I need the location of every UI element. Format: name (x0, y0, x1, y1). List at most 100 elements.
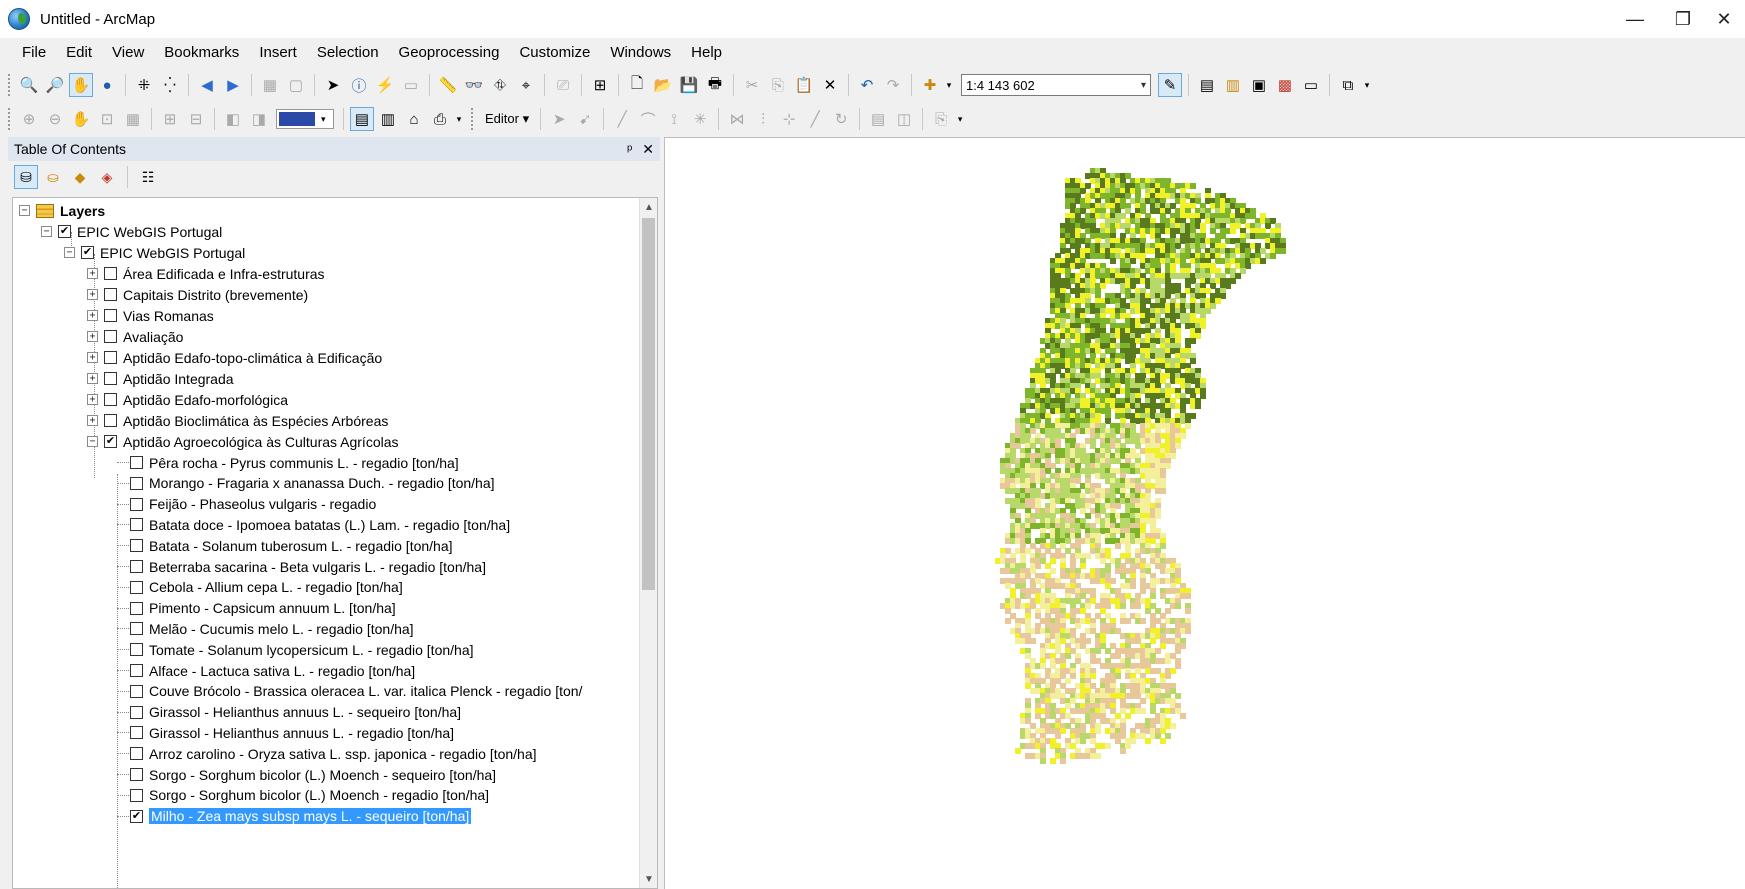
layer-checkbox[interactable] (130, 705, 143, 719)
layer-checkbox[interactable]: ✔ (104, 435, 117, 448)
crop-layer-row[interactable]: Cebola - Allium cepa L. - regadio [ton/h… (130, 577, 403, 598)
time-slider-icon[interactable]: ⎚ (551, 73, 575, 97)
layer-checkbox[interactable] (130, 643, 143, 657)
edit-annotation-icon[interactable]: ➹ (573, 107, 597, 131)
data-driven-pages-icon[interactable]: ⎙ (428, 107, 452, 131)
crop-layer-row[interactable]: Sorgo - Sorghum bicolor (L.) Moench - se… (130, 764, 496, 785)
toolbar-options-icon[interactable]: ▾ (1362, 73, 1372, 97)
print-icon[interactable]: 🖶 (703, 73, 727, 97)
group-row-epic-outer[interactable]: − ✔ EPIC WebGIS Portugal (41, 221, 222, 242)
identify-icon[interactable]: ⓘ (347, 73, 371, 97)
layer-checkbox[interactable] (130, 580, 143, 594)
layer-checkbox[interactable] (130, 497, 143, 511)
point-icon[interactable]: ✳ (688, 107, 712, 131)
layout-toolbar-options-icon[interactable]: ▾ (454, 107, 464, 131)
crop-layer-row[interactable]: Batata doce - Ipomoea batatas (L.) Lam. … (130, 514, 510, 535)
clear-selection-icon[interactable]: ▢ (284, 73, 308, 97)
find-route-icon[interactable]: ⛗ (488, 73, 512, 97)
sub-group-row[interactable]: − ✔ Aptidão Agroecológica às Culturas Agrí… (87, 431, 399, 452)
layer-checkbox[interactable] (104, 372, 117, 385)
list-by-drawing-order-icon[interactable]: ⛁ (14, 165, 38, 189)
layer-checkbox[interactable] (130, 476, 143, 490)
edit-tool-icon[interactable]: ➤ (547, 107, 571, 131)
catalog-window-icon[interactable]: ▥ (1221, 73, 1245, 97)
layer-checkbox[interactable] (130, 560, 143, 573)
zoom-in-page-icon[interactable]: ⊕ (17, 107, 41, 131)
end-point-arc-icon[interactable]: ⌒ (636, 107, 660, 131)
crop-layer-row[interactable]: Arroz carolino - Oryza sativa L. ssp. ja… (130, 743, 537, 764)
list-by-visibility-icon[interactable]: ◆ (68, 165, 92, 189)
menu-bookmarks[interactable]: Bookmarks (154, 38, 249, 68)
redo-icon[interactable]: ↷ (881, 73, 905, 97)
layer-checkbox[interactable] (104, 393, 117, 406)
create-features-icon[interactable]: ⎘ (929, 107, 953, 131)
pan-hand-icon[interactable]: ✋ (69, 73, 93, 97)
save-icon[interactable]: 💾 (677, 73, 701, 97)
collapse-toggle[interactable]: − (87, 436, 98, 447)
delete-icon[interactable]: ✕ (818, 73, 842, 97)
toolbar-grip[interactable] (471, 108, 475, 130)
fixed-zoom-in-icon[interactable]: ⁜ (132, 73, 156, 97)
hyperlink-icon[interactable]: ⚡ (373, 73, 397, 97)
layer-checkbox[interactable]: ✔ (130, 809, 143, 823)
collapse-toggle[interactable]: − (41, 226, 52, 237)
layer-checkbox[interactable] (130, 601, 143, 615)
crop-layer-row[interactable]: Couve Brócolo - Brassica oleracea L. var… (130, 681, 582, 702)
split-tool-icon[interactable]: ╱ (803, 107, 827, 131)
zoom-whole-page-icon[interactable]: ⊡ (95, 107, 119, 131)
pin-icon[interactable]: ᵖ (627, 141, 632, 158)
layer-checkbox[interactable] (130, 539, 143, 553)
crop-layer-row[interactable]: Pêra rocha - Pyrus communis L. - regadio… (130, 452, 459, 473)
menu-selection[interactable]: Selection (307, 38, 389, 68)
zoom-in-icon[interactable]: 🔍 (17, 73, 41, 97)
layer-checkbox[interactable] (130, 684, 143, 698)
layer-checkbox[interactable] (130, 788, 143, 802)
expand-toggle[interactable]: + (87, 268, 98, 279)
pan-page-icon[interactable]: ✋ (69, 107, 93, 131)
layers-root-row[interactable]: − Layers (19, 200, 105, 221)
list-by-source-icon[interactable]: ⛀ (41, 165, 65, 189)
table-of-contents-window-icon[interactable]: ▤ (1195, 73, 1219, 97)
menu-customize[interactable]: Customize (509, 38, 600, 68)
chevron-down-icon[interactable]: ▾ (321, 114, 326, 125)
zoom-out-icon[interactable]: 🔎 (43, 73, 67, 97)
sub-group-row[interactable]: + Área Edificada e Infra-estruturas (87, 263, 325, 284)
layer-checkbox[interactable]: ✔ (81, 246, 94, 259)
layer-checkbox[interactable] (130, 768, 143, 781)
layer-checkbox[interactable] (104, 414, 117, 427)
layer-checkbox[interactable] (104, 330, 117, 343)
layer-checkbox[interactable]: ✔ (58, 225, 71, 238)
cut-icon[interactable]: ✂ (740, 73, 764, 97)
attributes-icon[interactable]: ▤ (866, 107, 890, 131)
zoom-out-page-icon[interactable]: ⊖ (43, 107, 67, 131)
collapse-toggle[interactable]: − (19, 205, 30, 216)
crop-layer-row[interactable]: Batata - Solanum tuberosum L. - regadio … (130, 535, 453, 556)
expand-toggle[interactable]: + (87, 310, 98, 321)
toc-scrollbar[interactable]: ▲ ▼ (639, 198, 657, 888)
full-extent-globe-icon[interactable]: ● (95, 73, 119, 97)
menu-geoprocessing[interactable]: Geoprocessing (389, 38, 510, 68)
cut-polygons-icon[interactable]: ⊹ (777, 107, 801, 131)
menu-help[interactable]: Help (681, 38, 732, 68)
layout-zoom-combobox[interactable]: ▾ (276, 109, 334, 129)
layer-checkbox[interactable] (104, 288, 117, 301)
layer-checkbox[interactable] (104, 351, 117, 364)
create-viewer-window-icon[interactable]: ⊞ (588, 73, 612, 97)
crop-layer-row[interactable]: ✔ Milho - Zea mays subsp mays L. - sequei… (130, 806, 472, 827)
sketch-properties-icon[interactable]: ◫ (892, 107, 916, 131)
maximize-button[interactable]: ❐ (1659, 0, 1707, 38)
sub-group-row[interactable]: + Aptidão Integrada (87, 368, 234, 389)
crop-layer-row[interactable]: Feijão - Phaseolus vulgaris - regadio (130, 494, 376, 515)
editor-menu-button[interactable]: Editor ▾ (481, 108, 533, 130)
expand-toggle[interactable]: + (87, 331, 98, 342)
minimize-button[interactable]: — (1611, 0, 1659, 38)
arctoolbox-icon[interactable]: ▩ (1273, 73, 1297, 97)
expand-toggle[interactable]: + (87, 394, 98, 405)
add-data-dropdown-icon[interactable]: ▾ (944, 73, 954, 97)
change-layout-icon[interactable]: ⌂ (402, 107, 426, 131)
crop-layer-row[interactable]: Sorgo - Sorghum bicolor (L.) Moench - re… (130, 785, 489, 806)
layer-checkbox[interactable] (130, 518, 143, 532)
go-to-xy-icon[interactable]: ⌖ (514, 73, 538, 97)
crop-layer-row[interactable]: Pimento - Capsicum annuum L. [ton/ha] (130, 598, 396, 619)
fixed-zoom-out-icon[interactable]: ⁛ (158, 73, 182, 97)
